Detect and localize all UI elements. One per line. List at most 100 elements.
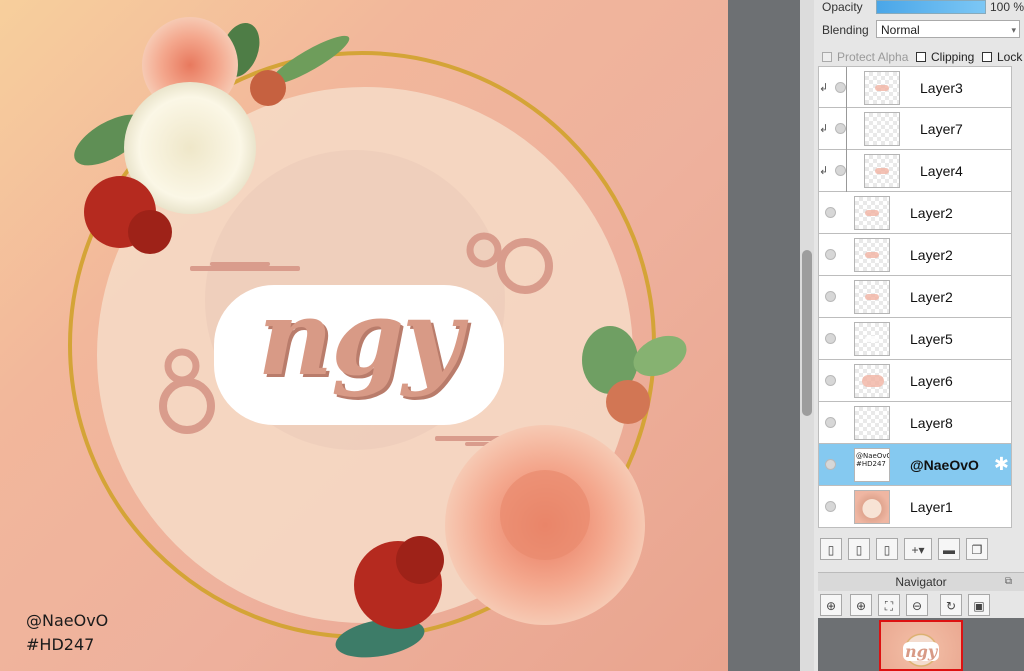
- full-view-icon: ▣: [973, 599, 985, 613]
- new-layer-icon: ▯: [827, 543, 835, 557]
- layer-row[interactable]: Layer6: [818, 360, 1012, 402]
- layer-row[interactable]: Layer5: [818, 318, 1012, 360]
- layer-name: @NaeOvO: [910, 457, 979, 473]
- zoom-out-button[interactable]: ⊖: [906, 594, 928, 616]
- blending-label: Blending: [822, 23, 869, 37]
- visibility-toggle[interactable]: [825, 207, 836, 218]
- layer-thumbnail: [854, 238, 890, 272]
- layer-name: Layer6: [910, 373, 953, 389]
- new-folder-button[interactable]: ▬: [938, 538, 960, 560]
- zoom-in-button[interactable]: ⊕: [850, 594, 872, 616]
- copy-layer-icon: ❐: [971, 543, 983, 557]
- navigator-toolbar: ⊕ ⊕ ⛶ ⊖ ↻ ▣: [820, 594, 1024, 618]
- zoom-fit-icon: ⊕: [825, 599, 837, 613]
- rotate-reset-icon: ↻: [945, 599, 957, 613]
- visibility-toggle[interactable]: [825, 333, 836, 344]
- visibility-toggle[interactable]: [825, 417, 836, 428]
- pin-icon[interactable]: ⧉: [1005, 573, 1012, 591]
- layer-name: Layer2: [910, 289, 953, 305]
- blending-value: Normal: [881, 23, 920, 37]
- clipping-label: Clipping: [931, 50, 975, 64]
- visibility-toggle[interactable]: [825, 375, 836, 386]
- layer-thumbnail: [864, 154, 900, 188]
- new-1bit-layer-icon: ▯: [883, 543, 891, 557]
- drawing-canvas[interactable]: ngy @NaeOvO #HD247: [0, 0, 728, 671]
- full-view-button[interactable]: ▣: [968, 594, 990, 616]
- new-layer-menu-icon: +▾: [911, 543, 925, 557]
- thumbnail-content: [865, 252, 879, 258]
- layer-row[interactable]: ↲ Layer7: [818, 108, 1012, 150]
- visibility-toggle[interactable]: [825, 459, 836, 470]
- layer-row[interactable]: Layer8: [818, 402, 1012, 444]
- protect-alpha-checkbox[interactable]: Protect Alpha: [822, 50, 908, 64]
- layer-row[interactable]: Layer1: [818, 486, 1012, 528]
- layer-row[interactable]: Layer2: [818, 192, 1012, 234]
- credit-name: @NaeOvO: [26, 611, 109, 630]
- visibility-toggle[interactable]: [835, 165, 846, 176]
- new-8bit-layer-button[interactable]: ▯: [848, 538, 870, 560]
- clipping-arrow-icon: ↲: [819, 123, 829, 135]
- layer-name: Layer4: [920, 163, 963, 179]
- new-1bit-layer-button[interactable]: ▯: [876, 538, 898, 560]
- layer-name: Layer5: [910, 331, 953, 347]
- protect-alpha-label: Protect Alpha: [837, 50, 909, 64]
- logo-text: ngy: [257, 276, 463, 399]
- zoom-fit-button[interactable]: ⊕: [820, 594, 842, 616]
- new-layer-menu-button[interactable]: +▾: [904, 538, 932, 560]
- zoom-fit-window-icon: ⛶: [884, 599, 894, 613]
- visibility-toggle[interactable]: [825, 291, 836, 302]
- thumbnail-content: [865, 210, 879, 216]
- clipping-checkbox[interactable]: Clipping: [916, 50, 974, 64]
- clipping-line: [846, 67, 847, 109]
- vertical-scrollbar[interactable]: [800, 0, 814, 671]
- zoom-in-icon: ⊕: [855, 599, 867, 613]
- visibility-toggle[interactable]: [825, 501, 836, 512]
- rotate-reset-button[interactable]: ↻: [940, 594, 962, 616]
- layer-name: Layer2: [910, 247, 953, 263]
- layer-name: Layer2: [910, 205, 953, 221]
- navigator-title: Navigator: [895, 575, 947, 589]
- visibility-toggle[interactable]: [835, 123, 846, 134]
- layer-name: Layer7: [920, 121, 963, 137]
- credit-tag: #HD247: [26, 635, 95, 654]
- navigator-header: Navigator ⧉: [818, 572, 1024, 591]
- clipping-line: [846, 150, 847, 192]
- layer-row[interactable]: Layer2: [818, 276, 1012, 318]
- new-layer-button[interactable]: ▯: [820, 538, 842, 560]
- layer-row[interactable]: Layer2: [818, 234, 1012, 276]
- opacity-slider[interactable]: [876, 0, 986, 14]
- visibility-toggle[interactable]: [835, 82, 846, 93]
- gear-icon[interactable]: ✱: [994, 454, 1009, 475]
- blending-select[interactable]: Normal ▾: [876, 20, 1020, 38]
- clipping-arrow-icon: ↲: [819, 165, 829, 177]
- lock-checkbox[interactable]: Lock: [982, 50, 1022, 64]
- clipping-arrow-icon: ↲: [819, 82, 829, 94]
- layer-thumbnail: [854, 280, 890, 314]
- layer-thumbnail: [854, 490, 890, 524]
- thumbnail-content: [862, 375, 884, 387]
- clipping-line: [846, 108, 847, 150]
- layer-row[interactable]: ↲ Layer3: [818, 66, 1012, 109]
- layer-panel: Opacity 100 % Blending Normal ▾ Protect …: [814, 0, 1024, 671]
- layer-thumbnail: [854, 322, 890, 356]
- checkbox-box: [916, 52, 926, 62]
- thumbnail-content: [875, 85, 889, 91]
- copy-layer-button[interactable]: ❐: [966, 538, 988, 560]
- thumbnail-content: [875, 168, 889, 174]
- thumbnail-text-1: @NaeOvO: [856, 452, 890, 460]
- layer-toolbar: ▯ ▯ ▯ +▾ ▬ ❐: [820, 538, 1024, 564]
- layer-row-selected[interactable]: @NaeOvO #HD247 @NaeOvO ✱: [818, 444, 1012, 486]
- new-8bit-layer-icon: ▯: [855, 543, 863, 557]
- layer-list: ↲ Layer3 ↲ Layer7 ↲ Layer4 Layer2 Layer2…: [818, 66, 1012, 528]
- chevron-down-icon: ▾: [1011, 25, 1016, 35]
- layer-row[interactable]: ↲ Layer4: [818, 150, 1012, 192]
- workspace-background: [728, 0, 800, 671]
- navigator-preview[interactable]: ngy: [879, 620, 963, 671]
- new-folder-icon: ▬: [943, 543, 955, 557]
- layer-thumbnail: [864, 71, 900, 105]
- zoom-fit-window-button[interactable]: ⛶: [878, 594, 900, 616]
- scrollbar-thumb[interactable]: [802, 250, 812, 416]
- layer-name: Layer8: [910, 415, 953, 431]
- thumbnail-text-2: #HD247: [856, 460, 886, 468]
- visibility-toggle[interactable]: [825, 249, 836, 260]
